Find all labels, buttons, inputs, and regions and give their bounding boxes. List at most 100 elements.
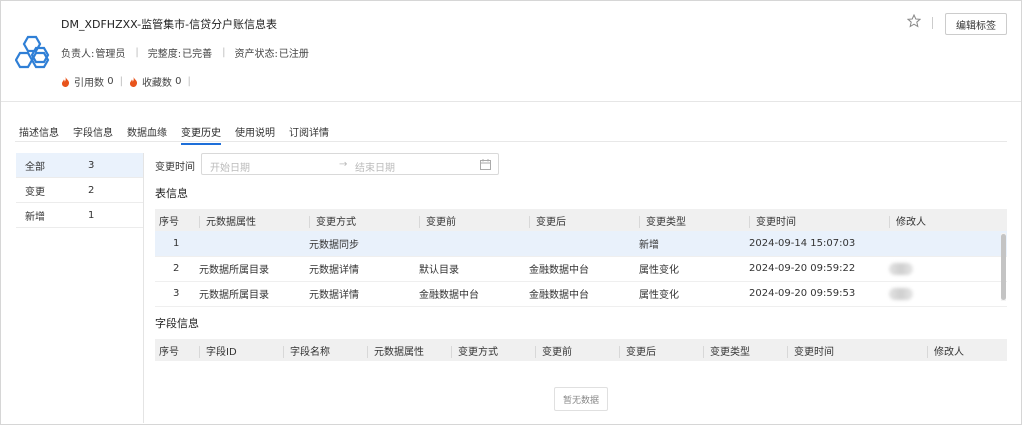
table-cell: 元数据所属目录 — [195, 256, 305, 282]
divider — [932, 17, 933, 29]
column-header-label: 字段名称 — [290, 346, 330, 358]
side-item-new[interactable]: 新增 1 — [16, 203, 143, 228]
blurred-user-avatar — [889, 262, 913, 275]
arrow-right-icon: → — [339, 159, 348, 170]
end-date-input[interactable]: 结束日期 — [355, 159, 395, 174]
divider: | — [187, 76, 191, 87]
column-divider — [283, 345, 284, 358]
fav-label: 收藏数 — [141, 78, 172, 89]
column-divider — [749, 215, 750, 228]
table-cell: 金融数据中台 — [525, 281, 635, 307]
owner-value: 管理员 — [95, 49, 126, 60]
column-header-label: 元数据属性 — [374, 346, 424, 358]
table-cell — [195, 231, 305, 257]
table-cell: 3 — [155, 281, 195, 307]
column-divider — [889, 215, 890, 228]
column-divider — [451, 345, 452, 358]
column-header: 变更后 — [615, 339, 699, 361]
field-info-table: 序号 字段ID 字段名称 元数据属性 变更方式 变更前 变更后 变更类型 变更时… — [155, 339, 1007, 361]
table-cell: 元数据详情 — [305, 256, 415, 282]
column-header-label: 元数据属性 — [206, 216, 256, 228]
column-header: 序号 — [155, 339, 195, 361]
asset-status-value: 已注册 — [278, 49, 309, 60]
column-header: 修改人 — [923, 339, 1007, 361]
column-header-label: 变更方式 — [316, 216, 356, 228]
side-item-label: 全部 — [25, 161, 45, 173]
column-header-label: 变更类型 — [710, 346, 750, 358]
change-type-list: 全部 3 变更 2 新增 1 — [16, 153, 144, 423]
column-header-label: 变更类型 — [646, 216, 686, 228]
column-header-label: 变更后 — [626, 346, 656, 358]
date-range-picker[interactable]: 开始日期 → 结束日期 — [201, 153, 499, 175]
divider: | — [222, 47, 226, 58]
column-header: 变更前 — [531, 339, 615, 361]
divider: | — [119, 76, 123, 87]
tabs-divider — [15, 141, 1007, 142]
completeness-value: 已完善 — [182, 49, 213, 60]
change-time-label: 变更时间 — [155, 162, 195, 173]
table-row[interactable]: 3 元数据所属目录 元数据详情 金融数据中台 金融数据中台 属性变化 2024-… — [155, 281, 1007, 307]
side-item-count: 1 — [88, 209, 95, 221]
table-cell: 2024-09-14 15:07:03 — [745, 231, 885, 257]
column-divider — [927, 345, 928, 358]
column-header-label: 序号 — [159, 216, 179, 228]
column-header: 序号 — [155, 209, 195, 231]
calendar-icon[interactable] — [480, 159, 491, 170]
field-info-title: 字段信息 — [155, 317, 199, 330]
fav-count: 0 — [175, 76, 182, 87]
table-cell — [885, 231, 1007, 257]
column-divider — [309, 215, 310, 228]
asset-meta: 负责人:管理员 | 完整度:已完善 | 资产状态:已注册 — [61, 45, 310, 60]
edit-tags-button[interactable]: 编辑标签 — [945, 13, 1007, 35]
table-cell: 金融数据中台 — [415, 281, 525, 307]
column-header: 变更类型 — [635, 209, 745, 231]
table-info-table: 序号 元数据属性 变更方式 变更前 变更后 变更类型 变更时间 修改人 1 元数… — [155, 209, 1007, 307]
column-header: 元数据属性 — [363, 339, 447, 361]
table-cell — [885, 281, 1007, 307]
table-cell — [415, 231, 525, 257]
table-cell: 2 — [155, 256, 195, 282]
table-cell: 默认目录 — [415, 256, 525, 282]
column-header: 字段名称 — [279, 339, 363, 361]
column-header: 变更后 — [525, 209, 635, 231]
cite-count: 0 — [107, 76, 114, 87]
table-scrollbar-thumb[interactable] — [1001, 234, 1006, 300]
table-row[interactable]: 2 元数据所属目录 元数据详情 默认目录 金融数据中台 属性变化 2024-09… — [155, 256, 1007, 282]
side-item-change[interactable]: 变更 2 — [16, 178, 143, 203]
table-cell: 元数据详情 — [305, 281, 415, 307]
hexagon-logo-icon — [15, 35, 50, 69]
column-divider — [367, 345, 368, 358]
column-header-label: 变更时间 — [794, 346, 834, 358]
column-divider — [703, 345, 704, 358]
side-item-all[interactable]: 全部 3 — [16, 153, 143, 178]
star-icon[interactable] — [907, 14, 921, 28]
table-header-row: 序号 字段ID 字段名称 元数据属性 变更方式 变更前 变更后 变更类型 变更时… — [155, 339, 1007, 361]
table-info-title: 表信息 — [155, 187, 188, 200]
column-divider — [529, 215, 530, 228]
column-header-label: 序号 — [159, 346, 179, 358]
column-header: 变更方式 — [305, 209, 415, 231]
start-date-input[interactable]: 开始日期 — [210, 159, 250, 174]
column-divider — [535, 345, 536, 358]
column-header: 变更前 — [415, 209, 525, 231]
table-row[interactable]: 1 元数据同步 新增 2024-09-14 15:07:03 — [155, 231, 1007, 257]
column-header-label: 变更时间 — [756, 216, 796, 228]
asset-status-label: 资产状态: — [234, 49, 278, 60]
table-cell: 2024-09-20 09:59:22 — [745, 256, 885, 282]
table-cell — [885, 256, 1007, 282]
table-cell: 属性变化 — [635, 256, 745, 282]
owner-field: 负责人:管理员 — [61, 45, 126, 60]
empty-state: 暂无数据 — [554, 387, 608, 411]
column-header: 元数据属性 — [195, 209, 305, 231]
table-cell: 2024-09-20 09:59:53 — [745, 281, 885, 307]
column-divider — [639, 215, 640, 228]
blurred-user-avatar — [889, 287, 913, 300]
column-header-label: 变更前 — [426, 216, 456, 228]
asset-status-field: 资产状态:已注册 — [235, 45, 310, 60]
column-header: 修改人 — [885, 209, 1007, 231]
table-cell — [525, 231, 635, 257]
column-header: 变更方式 — [447, 339, 531, 361]
table-cell: 元数据所属目录 — [195, 281, 305, 307]
column-divider — [619, 345, 620, 358]
cite-label: 引用数 — [74, 78, 104, 89]
